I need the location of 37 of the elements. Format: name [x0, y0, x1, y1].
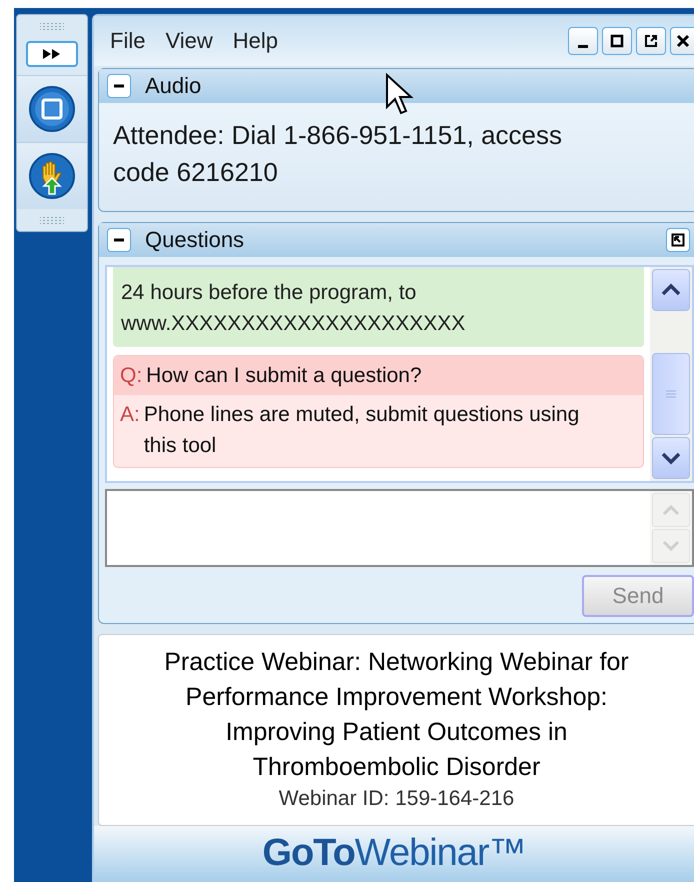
minimize-icon — [578, 44, 588, 48]
webinar-title: Practice Webinar: Networking Webinar for Performance Improvement Workshop: Improving Patient Outcomes in Thromboembolic Disorder — [163, 647, 630, 783]
scrollbar[interactable] — [650, 267, 692, 481]
menu-item[interactable]: Help — [232, 28, 278, 54]
collapse-button[interactable] — [107, 228, 131, 252]
minimize-button[interactable] — [568, 27, 598, 55]
logo: GoToWebinar™ — [262, 832, 526, 874]
menu-item[interactable]: View — [165, 28, 213, 54]
expand-button[interactable] — [26, 41, 78, 67]
raise-hand-icon[interactable] — [28, 152, 76, 200]
collapse-button[interactable] — [107, 74, 131, 98]
answer-label: A: — [120, 402, 140, 428]
stop-icon[interactable] — [28, 85, 76, 133]
chevron-down-icon — [660, 451, 682, 465]
close-button[interactable] — [670, 27, 694, 55]
chevron-up-icon — [660, 283, 682, 297]
pop-out-icon — [644, 34, 658, 48]
pop-out-button[interactable] — [666, 228, 690, 252]
grip-lines-icon — [665, 388, 677, 400]
question-text: How can I submit a question? — [146, 363, 422, 389]
menu-item[interactable]: File — [110, 28, 146, 54]
chevron-up-icon — [661, 504, 681, 516]
maximize-button[interactable] — [602, 27, 632, 55]
answer-text: Phone lines are muted, submit questions using this tool — [144, 402, 580, 459]
mouse-cursor-icon — [385, 73, 415, 117]
question-label: Q: — [120, 363, 142, 389]
question-input-field[interactable] — [105, 489, 694, 567]
chevron-down-icon — [661, 540, 681, 552]
maximize-icon — [610, 34, 624, 48]
close-icon — [676, 34, 690, 48]
answer-message: 24 hours before the program, to www.XXXXXXXXXXXXXXXXXXXXX — [113, 267, 644, 347]
pop-out-icon — [671, 233, 685, 247]
pop-out-button[interactable] — [636, 27, 666, 55]
panel-title: Questions — [145, 227, 244, 253]
webinar-id: Webinar ID: 159-164-216 — [278, 787, 516, 811]
panel-title: Audio — [145, 73, 202, 99]
dial-in-text: Attendee: Dial 1-866-951-1151, access code 6216210 — [113, 120, 562, 187]
